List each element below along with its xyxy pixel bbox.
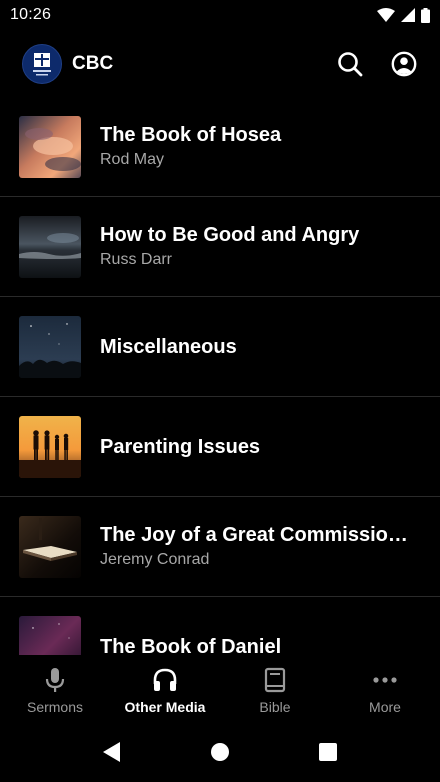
list-item-text: Parenting Issues <box>100 434 420 460</box>
tab-other-media[interactable]: Other Media <box>110 655 220 722</box>
thumbnail-night-sky <box>19 315 81 378</box>
item-title: Parenting Issues <box>100 435 261 458</box>
list-item-text: The Book of Daniel <box>100 634 420 656</box>
item-subtitle: Jeremy Conrad <box>100 551 210 568</box>
status-bar: 10:26 <box>0 0 440 30</box>
tab-sermons[interactable]: Sermons <box>0 655 110 722</box>
search-icon[interactable] <box>336 50 364 78</box>
status-time: 10:26 <box>10 6 52 23</box>
book-icon <box>264 667 286 693</box>
media-list: The Book of Hosea Rod May How to Be Good… <box>0 97 440 655</box>
thumbnail-stormy-sea <box>19 215 81 278</box>
microphone-icon <box>44 667 66 693</box>
home-icon[interactable] <box>205 737 235 767</box>
nav-label: Other Media <box>124 699 206 715</box>
app-header: CBC <box>0 38 440 90</box>
thumbnail-purple-sky <box>19 615 81 655</box>
thumbnail-sunset-clouds <box>19 115 81 178</box>
bottom-nav: Sermons Other Media Bible More <box>0 655 440 722</box>
list-item[interactable]: Miscellaneous <box>0 297 440 397</box>
item-title: Miscellaneous <box>100 335 237 358</box>
list-item-text: How to Be Good and Angry Russ Darr <box>100 222 420 271</box>
back-icon[interactable] <box>97 737 127 767</box>
status-icons <box>377 7 430 23</box>
more-horizontal-icon <box>372 667 398 693</box>
headphones-icon <box>152 667 178 693</box>
item-title: The Book of Hosea <box>100 124 282 146</box>
header-actions <box>336 50 418 78</box>
list-item[interactable]: Parenting Issues <box>0 397 440 497</box>
battery-icon <box>421 7 430 23</box>
tab-more[interactable]: More <box>330 655 440 722</box>
app-title: CBC <box>72 53 114 74</box>
nav-label: Sermons <box>26 699 84 715</box>
account-icon[interactable] <box>390 50 418 78</box>
item-title: The Book of Daniel <box>100 635 282 656</box>
list-item-text: The Book of Hosea Rod May <box>100 122 420 171</box>
list-item-text: Miscellaneous <box>100 334 420 360</box>
recents-icon[interactable] <box>313 737 343 767</box>
signal-icon <box>401 8 415 22</box>
system-nav <box>0 722 440 782</box>
nav-label: More <box>369 699 401 715</box>
list-item-text: The Joy of a Great Commission… Jeremy Co… <box>100 522 420 571</box>
tab-bible[interactable]: Bible <box>220 655 330 722</box>
list-item[interactable]: The Book of Hosea Rod May <box>0 97 440 197</box>
nav-label: Bible <box>259 699 291 715</box>
wifi-icon <box>377 8 395 22</box>
list-item[interactable]: How to Be Good and Angry Russ Darr <box>0 197 440 297</box>
item-title: The Joy of a Great Commission… <box>100 524 420 546</box>
item-title: How to Be Good and Angry <box>100 224 360 246</box>
church-logo[interactable] <box>22 44 62 84</box>
list-item[interactable]: The Joy of a Great Commission… Jeremy Co… <box>0 497 440 597</box>
thumbnail-family-sunset <box>19 415 81 478</box>
thumbnail-open-bible <box>19 515 81 578</box>
item-subtitle: Rod May <box>100 151 165 168</box>
item-subtitle: Russ Darr <box>100 251 173 268</box>
list-item[interactable]: The Book of Daniel <box>0 597 440 655</box>
